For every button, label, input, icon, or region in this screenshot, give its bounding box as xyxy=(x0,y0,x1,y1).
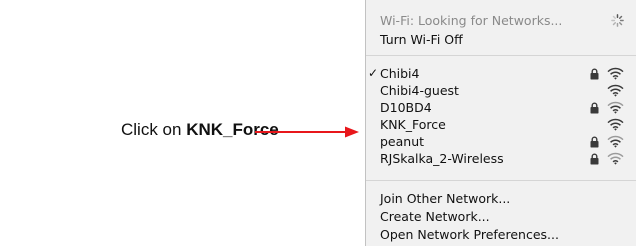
network-name: D10BD4 xyxy=(380,100,432,115)
menu-separator xyxy=(366,55,636,56)
network-name: Chibi4 xyxy=(380,66,420,81)
wifi-icon xyxy=(607,84,624,97)
checkmark-icon: ✓ xyxy=(368,66,379,80)
create-network-label: Create Network... xyxy=(380,209,490,224)
wifi-icon xyxy=(607,135,624,148)
lock-icon xyxy=(590,102,599,114)
open-network-preferences-item[interactable]: Open Network Preferences... xyxy=(380,226,626,243)
lock-icon xyxy=(590,136,599,148)
menu-separator xyxy=(366,180,636,181)
wifi-menu: Wi-Fi: Looking for Networks... Turn Wi-F… xyxy=(365,0,636,246)
red-arrow-icon xyxy=(255,126,359,138)
wifi-status-label: Wi-Fi: Looking for Networks... xyxy=(380,13,563,28)
wifi-icon xyxy=(607,67,624,80)
join-other-network-label: Join Other Network... xyxy=(380,191,511,206)
wifi-icon xyxy=(607,118,624,131)
instruction-prefix: Click on xyxy=(121,120,187,139)
network-item-rjskalka-2-wireless[interactable]: RJSkalka_2-Wireless xyxy=(366,150,626,167)
network-item-peanut[interactable]: peanut xyxy=(366,133,626,150)
wifi-status-item: Wi-Fi: Looking for Networks... xyxy=(380,12,626,29)
network-item-knk-force[interactable]: KNK_Force xyxy=(366,116,626,133)
spinner-icon xyxy=(611,14,624,27)
turn-wifi-off-label: Turn Wi-Fi Off xyxy=(380,32,463,47)
lock-icon xyxy=(590,153,599,165)
join-other-network-item[interactable]: Join Other Network... xyxy=(380,190,626,207)
lock-icon xyxy=(590,68,599,80)
network-name: KNK_Force xyxy=(380,117,446,132)
network-item-chibi4[interactable]: ✓ Chibi4 xyxy=(366,65,626,82)
wifi-icon xyxy=(607,101,624,114)
network-name: Chibi4-guest xyxy=(380,83,459,98)
network-name: peanut xyxy=(380,134,425,149)
network-item-d10bd4[interactable]: D10BD4 xyxy=(366,99,626,116)
turn-wifi-off-item[interactable]: Turn Wi-Fi Off xyxy=(380,31,626,48)
create-network-item[interactable]: Create Network... xyxy=(380,208,626,225)
wifi-icon xyxy=(607,152,624,165)
network-name: RJSkalka_2-Wireless xyxy=(380,151,504,166)
open-network-preferences-label: Open Network Preferences... xyxy=(380,227,559,242)
network-item-chibi4-guest[interactable]: Chibi4-guest xyxy=(366,82,626,99)
